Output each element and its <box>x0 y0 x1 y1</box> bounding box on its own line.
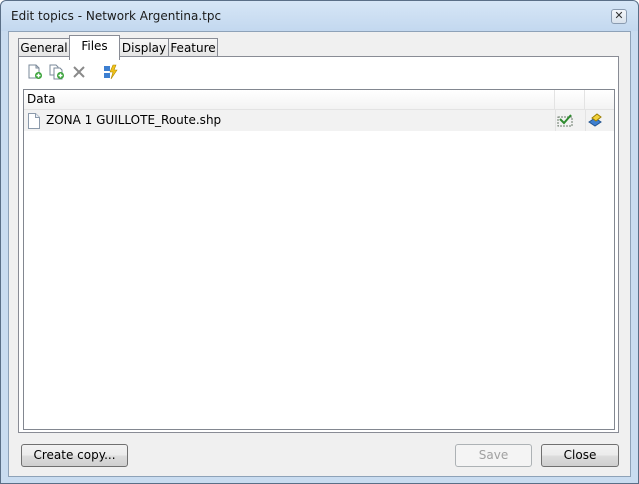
cell-divider <box>555 110 556 131</box>
window-close-button[interactable]: ✕ <box>611 9 627 24</box>
toolbar-separator <box>96 64 97 81</box>
row-check-button[interactable] <box>557 113 575 129</box>
cell-divider <box>585 110 586 131</box>
create-copy-button[interactable]: Create copy... <box>21 444 128 467</box>
list-item-filename: ZONA 1 GUILLOTE_Route.shp <box>46 113 222 127</box>
check-shape-icon <box>557 114 573 127</box>
column-header-data[interactable]: Data <box>24 90 555 110</box>
title-bar: Edit topics - Network Argentina.tpc ✕ <box>1 1 638 31</box>
save-button[interactable]: Save <box>455 444 532 467</box>
files-tab-panel: Data ZONA 1 GUILLOTE_Route.shp <box>18 56 619 433</box>
add-file-button[interactable] <box>25 62 45 82</box>
dialog-client-area: General Files Display Feature Data ZONA … <box>8 31 631 477</box>
copy-file-icon <box>49 64 64 80</box>
row-style-button[interactable] <box>587 113 605 129</box>
list-header: Data <box>24 90 614 110</box>
layer-style-icon <box>588 113 602 127</box>
refresh-button[interactable] <box>101 62 121 82</box>
remove-file-button[interactable] <box>69 62 89 82</box>
close-button[interactable]: Close <box>541 444 619 467</box>
column-header-style[interactable] <box>585 90 614 110</box>
list-item[interactable]: ZONA 1 GUILLOTE_Route.shp <box>24 110 614 131</box>
window-title: Edit topics - Network Argentina.tpc <box>11 9 222 23</box>
new-file-icon <box>28 64 42 79</box>
document-icon <box>28 113 40 129</box>
data-file-list[interactable]: Data ZONA 1 GUILLOTE_Route.shp <box>23 89 615 430</box>
delete-icon <box>73 66 85 78</box>
column-header-check[interactable] <box>555 90 585 110</box>
tab-files[interactable]: Files <box>69 35 120 60</box>
refresh-lightning-icon <box>104 64 118 80</box>
dialog-window: Edit topics - Network Argentina.tpc ✕ Ge… <box>0 0 639 484</box>
add-copy-button[interactable] <box>47 62 67 82</box>
close-icon: ✕ <box>614 9 624 22</box>
